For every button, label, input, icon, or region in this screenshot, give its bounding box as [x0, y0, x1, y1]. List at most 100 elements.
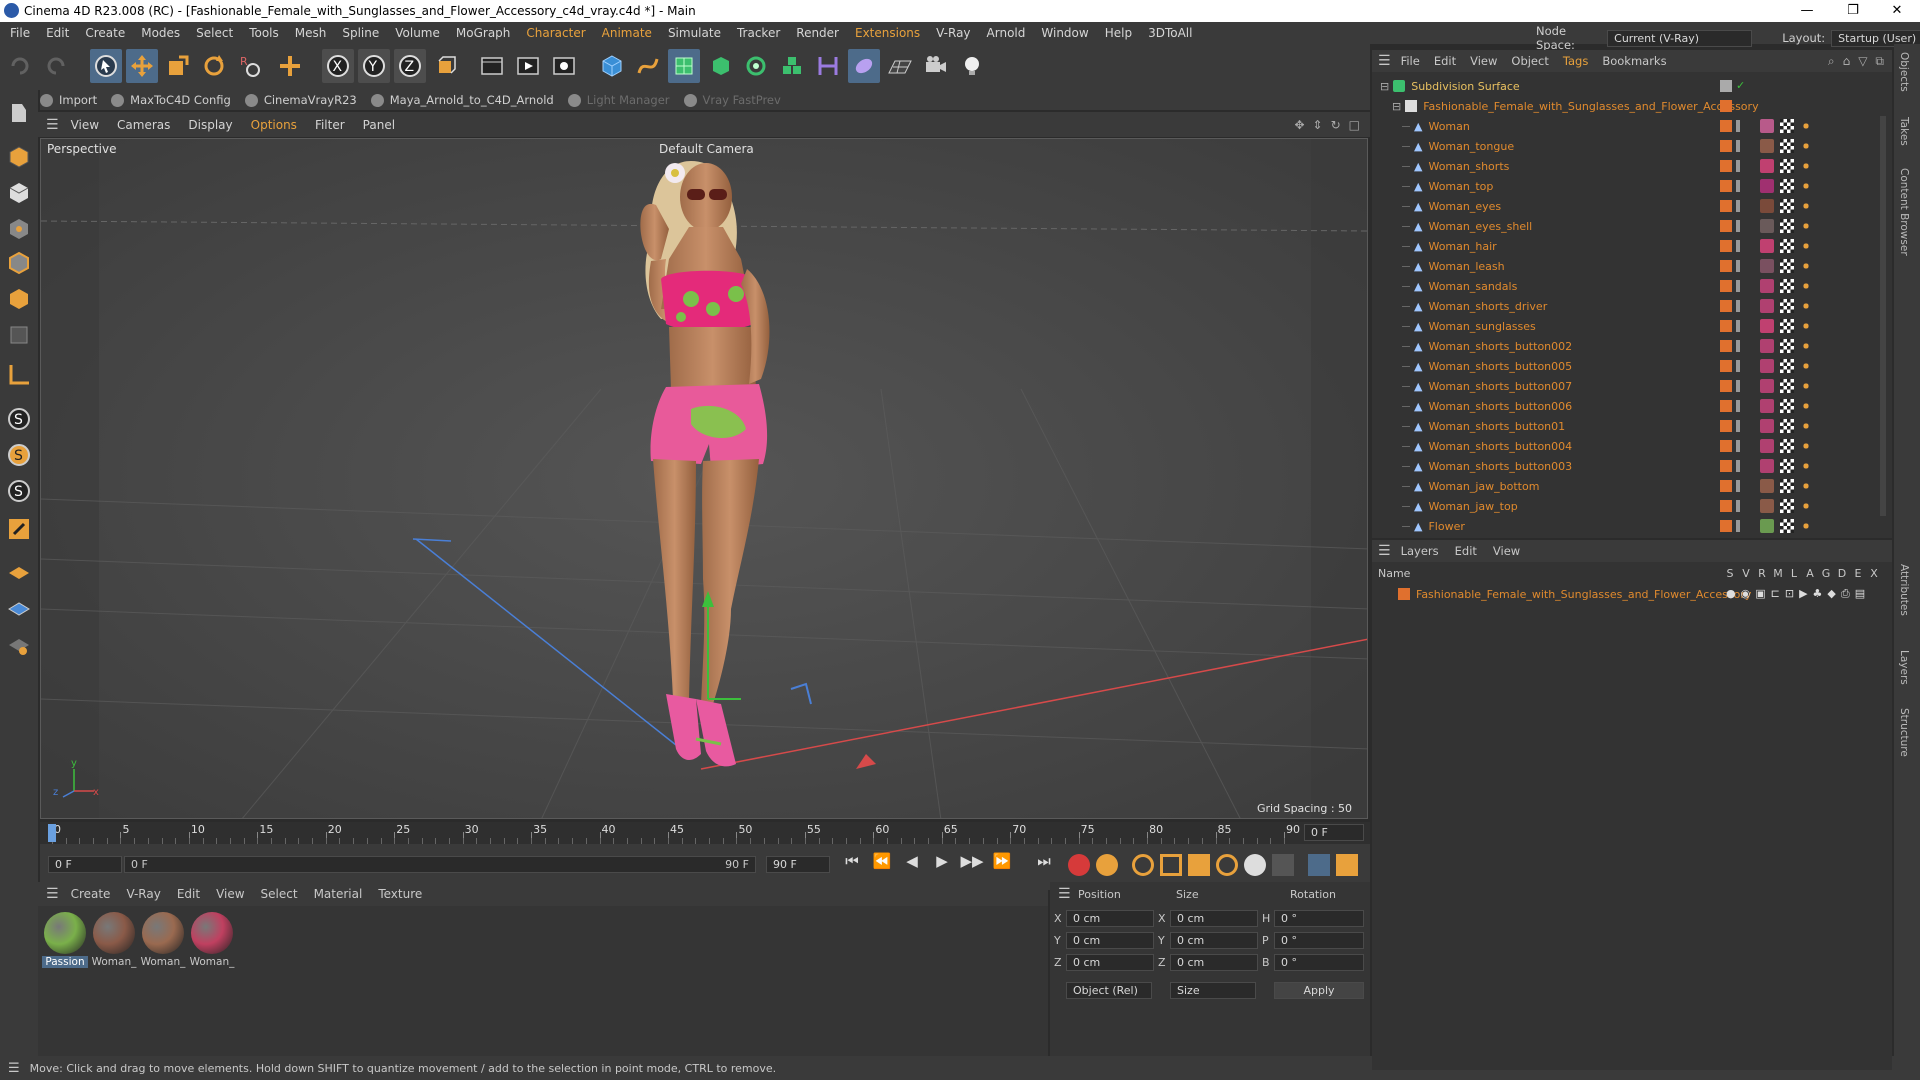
menu-create[interactable]: Create	[77, 26, 133, 40]
material-tag-icon[interactable]	[1760, 359, 1774, 373]
phong-tag-icon[interactable]	[1800, 480, 1812, 492]
go-to-start-icon[interactable]: ⏮	[840, 852, 864, 870]
uvw-tag-icon[interactable]	[1780, 279, 1794, 293]
layer-color-swatch[interactable]	[1720, 180, 1732, 192]
render-view-icon[interactable]	[476, 49, 508, 83]
object-row[interactable]: ▲ Woman_sandals	[1372, 276, 1892, 296]
make-editable-icon[interactable]	[4, 98, 34, 128]
layer-col-a[interactable]: A	[1802, 567, 1818, 580]
layer-col-g[interactable]: G	[1818, 567, 1834, 580]
menu-animate[interactable]: Animate	[594, 26, 660, 40]
menu-edit[interactable]: Edit	[38, 26, 77, 40]
plugin-cinemavrayr23[interactable]: CinemaVrayR23	[244, 93, 357, 107]
menu-window[interactable]: Window	[1033, 26, 1096, 40]
layer-color-swatch[interactable]	[1720, 140, 1732, 152]
viewport-menu-display[interactable]: Display	[188, 118, 232, 132]
layer-col-m[interactable]: M	[1770, 567, 1786, 580]
object-row[interactable]: ▲ Woman_sunglasses	[1372, 316, 1892, 336]
position-field[interactable]: 0 cm	[1066, 910, 1154, 927]
material-menu-texture[interactable]: Texture	[378, 887, 422, 901]
material-swatch[interactable]: Woman_	[140, 910, 186, 970]
menu-mograph[interactable]: MoGraph	[448, 26, 519, 40]
material-tag-icon[interactable]	[1760, 419, 1774, 433]
object-row[interactable]: ▲ Woman_shorts_button004	[1372, 436, 1892, 456]
object-row[interactable]: ▲ Woman_shorts	[1372, 156, 1892, 176]
object-row[interactable]: ▲ Woman_eyes	[1372, 196, 1892, 216]
playhead[interactable]	[48, 824, 56, 842]
material-tag-icon[interactable]	[1760, 459, 1774, 473]
side-tab-structure[interactable]: Structure	[1898, 708, 1910, 757]
uvw-tag-icon[interactable]	[1780, 219, 1794, 233]
visibility-dots-icon[interactable]	[1736, 420, 1740, 432]
phong-tag-icon[interactable]	[1800, 160, 1812, 172]
visibility-dots-icon[interactable]	[1736, 380, 1740, 392]
obj-menu-file[interactable]: File	[1401, 54, 1420, 68]
visibility-dots-icon[interactable]	[1736, 460, 1740, 472]
visibility-dots-icon[interactable]	[1736, 120, 1740, 132]
material-menu-material[interactable]: Material	[314, 887, 363, 901]
phong-tag-icon[interactable]	[1800, 180, 1812, 192]
plugin-import[interactable]: Import	[40, 93, 97, 107]
uvw-tag-icon[interactable]	[1780, 459, 1794, 473]
material-tag-icon[interactable]	[1760, 379, 1774, 393]
phong-tag-icon[interactable]	[1800, 420, 1812, 432]
x-axis-lock-icon[interactable]: X	[322, 49, 354, 83]
start-frame-field[interactable]: 0 F	[48, 856, 122, 873]
motion-icon[interactable]	[1308, 854, 1330, 876]
layer-color-swatch[interactable]	[1720, 280, 1732, 292]
material-tag-icon[interactable]	[1760, 299, 1774, 313]
material-menu-create[interactable]: Create	[71, 887, 111, 901]
phong-tag-icon[interactable]	[1800, 280, 1812, 292]
object-row[interactable]: ▲ Woman	[1372, 116, 1892, 136]
menu-simulate[interactable]: Simulate	[660, 26, 729, 40]
material-tag-icon[interactable]	[1760, 119, 1774, 133]
rotation-field[interactable]: 0 °	[1274, 910, 1364, 927]
minimize-button[interactable]: —	[1784, 0, 1830, 22]
layer-color-swatch[interactable]	[1720, 460, 1732, 472]
uvw-tag-icon[interactable]	[1780, 119, 1794, 133]
phong-tag-icon[interactable]	[1800, 360, 1812, 372]
side-tab-attributes[interactable]: Attributes	[1898, 564, 1910, 616]
obj-menu-bookmarks[interactable]: Bookmarks	[1602, 54, 1666, 68]
grid-layer-icon-1[interactable]	[4, 558, 34, 588]
visibility-dots-icon[interactable]	[1736, 520, 1740, 532]
phong-tag-icon[interactable]	[1800, 140, 1812, 152]
menu-file[interactable]: File	[2, 26, 38, 40]
obj-menu-object[interactable]: Object	[1511, 54, 1548, 68]
render-to-picture-viewer-icon[interactable]	[512, 49, 544, 83]
object-row[interactable]: ▲ Woman_shorts_button01	[1372, 416, 1892, 436]
visibility-dots-icon[interactable]	[1736, 140, 1740, 152]
phong-tag-icon[interactable]	[1800, 520, 1812, 532]
snap-icon-3[interactable]: S	[4, 476, 34, 506]
uvw-tag-icon[interactable]	[1780, 259, 1794, 273]
filter-icon[interactable]: ▽	[1858, 54, 1867, 69]
go-to-end-icon[interactable]: ⏭	[1032, 852, 1056, 870]
uvw-tag-icon[interactable]	[1780, 139, 1794, 153]
menu-select[interactable]: Select	[188, 26, 241, 40]
extrude-icon[interactable]	[704, 49, 736, 83]
visibility-dots-icon[interactable]	[1736, 340, 1740, 352]
side-tab-objects[interactable]: Objects	[1898, 52, 1910, 92]
layer-color-swatch[interactable]	[1720, 360, 1732, 372]
object-row-root[interactable]: ⊟ Subdivision Surface ✓	[1372, 76, 1892, 96]
key-rotation-icon[interactable]	[1216, 854, 1238, 876]
generator-icon[interactable]: ♣	[1813, 587, 1823, 601]
object-row[interactable]: ▲ Woman_eyes_shell	[1372, 216, 1892, 236]
plugin-maya-arnold-to-c4d-arnold[interactable]: Maya_Arnold_to_C4D_Arnold	[370, 93, 554, 107]
viewport-menu-filter[interactable]: Filter	[315, 118, 345, 132]
lock-icon[interactable]: ⊡	[1785, 587, 1794, 601]
side-tab-content-browser[interactable]: Content Browser	[1898, 168, 1910, 256]
restore-button[interactable]: ❐	[1830, 0, 1876, 22]
visibility-dots-icon[interactable]	[1736, 360, 1740, 372]
rotation-field[interactable]: 0 °	[1274, 954, 1364, 971]
uvw-tag-icon[interactable]	[1780, 179, 1794, 193]
viewport-menu-cameras[interactable]: Cameras	[117, 118, 170, 132]
cube-primitive-icon[interactable]	[596, 49, 628, 83]
object-row[interactable]: ▲ Woman_leash	[1372, 256, 1892, 276]
uvw-tag-icon[interactable]	[1780, 519, 1794, 533]
menu-mesh[interactable]: Mesh	[287, 26, 335, 40]
coords-hamburger-icon[interactable]: ☰	[1058, 886, 1071, 902]
uvw-tag-icon[interactable]	[1780, 419, 1794, 433]
phong-tag-icon[interactable]	[1800, 400, 1812, 412]
phong-tag-icon[interactable]	[1800, 300, 1812, 312]
